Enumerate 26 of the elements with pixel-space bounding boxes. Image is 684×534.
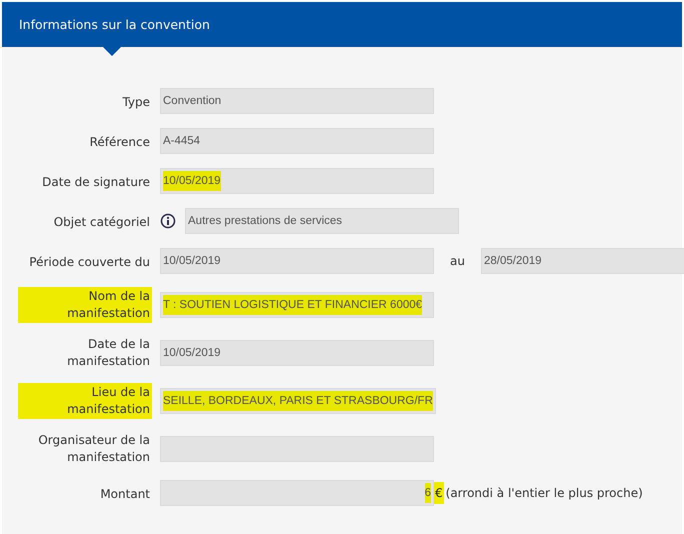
field-label: Date de la manifestation (66, 336, 151, 370)
field-label: Nom de la manifestation (18, 287, 152, 323)
input-field[interactable]: 10/05/2019 (160, 340, 434, 366)
field-label: Objet catégoriel (52, 214, 151, 230)
currency-unit: € (434, 482, 444, 504)
section-title: Informations sur la convention (19, 17, 210, 32)
input-field[interactable]: T : SOUTIEN LOGISTIQUE ET FINANCIER 6000€ (160, 292, 434, 318)
field-label: Type (121, 94, 151, 110)
input-field[interactable]: 10/05/2019 (160, 248, 434, 274)
input-field[interactable]: A-4454 (160, 128, 434, 154)
field-label: Montant (99, 486, 151, 502)
field-label: Organisateur de la manifestation (37, 432, 151, 466)
range-separator: au (450, 254, 465, 268)
field-label: Référence (88, 134, 151, 150)
amount-note: (arrondi à l'entier le plus proche) (446, 486, 643, 500)
info-icon[interactable] (160, 213, 176, 229)
input-field[interactable]: 10/05/2019 (160, 168, 434, 194)
field-label: Date de signature (41, 174, 151, 190)
input-field[interactable]: Autres prestations de services (185, 208, 459, 234)
input-field[interactable]: 28/05/2019 (480, 248, 684, 274)
input-field[interactable]: 6 (160, 480, 434, 506)
field-label: Période couverte du (28, 254, 151, 270)
input-field[interactable] (160, 436, 434, 462)
field-label: Lieu de la manifestation (18, 383, 152, 419)
input-field[interactable]: SEILLE, BORDEAUX, PARIS ET STRASBOURG/FR (160, 388, 436, 414)
input-field[interactable]: Convention (160, 88, 434, 114)
